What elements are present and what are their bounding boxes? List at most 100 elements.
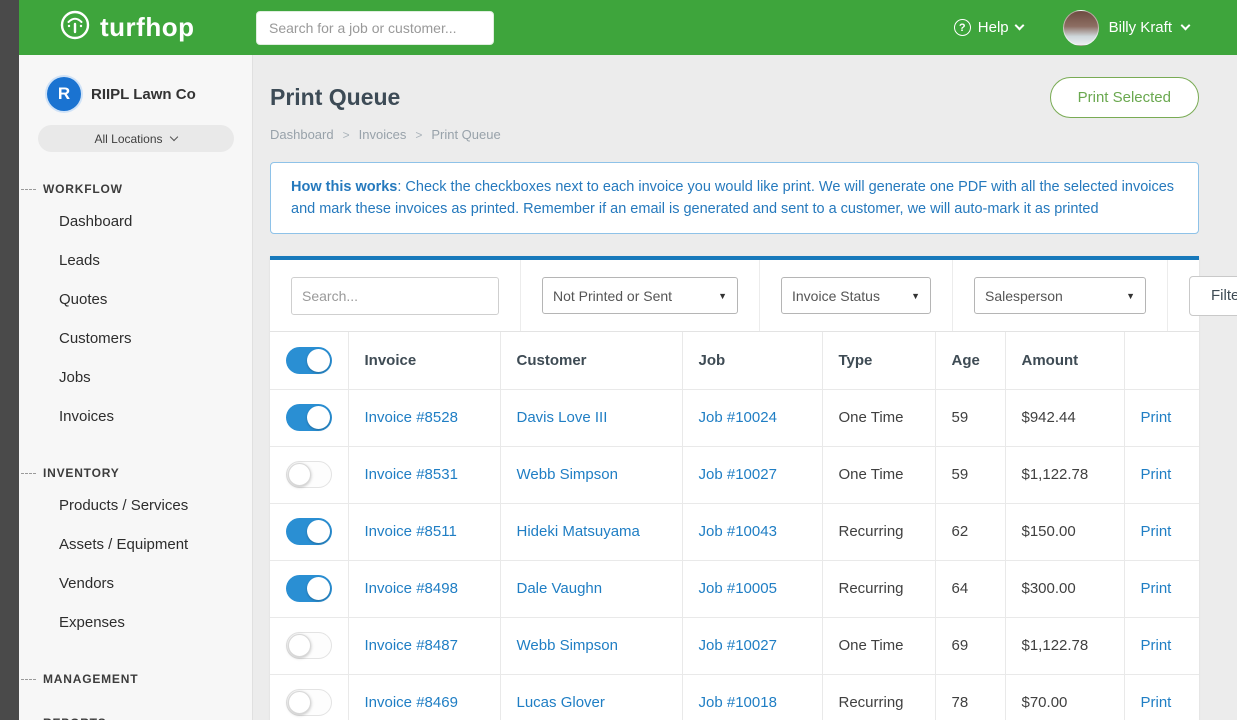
print-link[interactable]: Print: [1141, 466, 1172, 483]
print-link[interactable]: Print: [1141, 694, 1172, 711]
select-caret-icon: ▼: [718, 291, 727, 301]
select-caret-icon: ▼: [911, 291, 920, 301]
print-link[interactable]: Print: [1141, 580, 1172, 597]
invoice-link[interactable]: Invoice #8531: [365, 466, 458, 483]
user-menu[interactable]: Billy Kraft: [1063, 10, 1189, 46]
customer-link[interactable]: Hideki Matsuyama: [517, 523, 640, 540]
invoice-age: 62: [935, 503, 1005, 560]
toggle-knob: [288, 634, 311, 657]
row-select-toggle[interactable]: [286, 632, 332, 659]
invoice-table: Invoice Customer Job Type Age Amount Inv…: [270, 332, 1199, 720]
row-select-toggle[interactable]: [286, 575, 332, 602]
invoice-amount: $300.00: [1005, 560, 1124, 617]
filter-button[interactable]: Filter: [1189, 276, 1237, 316]
print-link[interactable]: Print: [1141, 523, 1172, 540]
toggle-knob: [288, 691, 311, 714]
invoice-row: Invoice #8469 Lucas Glover Job #10018 Re…: [270, 674, 1199, 720]
invoice-age: 69: [935, 617, 1005, 674]
job-link[interactable]: Job #10018: [699, 694, 777, 711]
customer-link[interactable]: Lucas Glover: [517, 694, 605, 711]
invoice-link[interactable]: Invoice #8528: [365, 409, 458, 426]
global-search-input[interactable]: [256, 11, 494, 45]
column-header-amount: Amount: [1005, 332, 1124, 389]
toggle-knob: [307, 520, 330, 543]
user-name: Billy Kraft: [1109, 19, 1172, 36]
location-selector[interactable]: All Locations: [38, 125, 234, 152]
chevron-down-icon: [169, 133, 177, 141]
select-all-toggle[interactable]: [286, 347, 332, 374]
customer-link[interactable]: Webb Simpson: [517, 466, 618, 483]
job-link[interactable]: Job #10024: [699, 409, 777, 426]
sidebar-item-expenses[interactable]: Expenses: [19, 603, 252, 642]
filter-select-invoice-status[interactable]: Invoice Status▼: [781, 277, 931, 314]
invoice-link[interactable]: Invoice #8487: [365, 637, 458, 654]
print-selected-button[interactable]: Print Selected: [1050, 77, 1199, 118]
job-link[interactable]: Job #10027: [699, 637, 777, 654]
invoice-amount: $1,122.78: [1005, 617, 1124, 674]
row-select-toggle[interactable]: [286, 518, 332, 545]
print-link[interactable]: Print: [1141, 409, 1172, 426]
filter-select-value: Salesperson: [985, 288, 1063, 304]
filter-select-not-printed-or-sent[interactable]: Not Printed or Sent ▼: [542, 277, 738, 314]
section-dash-icon: [21, 189, 36, 190]
sidebar-section-workflow: WORKFLOW: [19, 182, 252, 196]
column-header-job: Job: [682, 332, 822, 389]
info-text: : Check the checkboxes next to each invo…: [291, 179, 1174, 217]
invoice-row: Invoice #8511 Hideki Matsuyama Job #1004…: [270, 503, 1199, 560]
sidebar-item-customers[interactable]: Customers: [19, 319, 252, 358]
invoice-type: Recurring: [822, 674, 935, 720]
sidebar-item-jobs[interactable]: Jobs: [19, 358, 252, 397]
job-link[interactable]: Job #10005: [699, 580, 777, 597]
row-select-toggle[interactable]: [286, 461, 332, 488]
column-header-customer: Customer: [500, 332, 682, 389]
table-search-input[interactable]: [291, 277, 499, 315]
filter-select-salesperson[interactable]: Salesperson▼: [974, 277, 1146, 314]
page-title: Print Queue: [270, 84, 400, 111]
column-header-invoice: Invoice: [348, 332, 500, 389]
invoice-link[interactable]: Invoice #8469: [365, 694, 458, 711]
customer-link[interactable]: Dale Vaughn: [517, 580, 603, 597]
sidebar-item-leads[interactable]: Leads: [19, 241, 252, 280]
turfhop-logo[interactable]: turfhop: [19, 9, 256, 46]
customer-link[interactable]: Davis Love III: [517, 409, 608, 426]
user-avatar: [1063, 10, 1099, 46]
job-link[interactable]: Job #10027: [699, 466, 777, 483]
sidebar-item-assets-equipment[interactable]: Assets / Equipment: [19, 525, 252, 564]
filter-row: Not Printed or Sent▼Invoice Status▼Sales…: [270, 260, 1199, 332]
sidebar-item-products-services[interactable]: Products / Services: [19, 486, 252, 525]
sidebar-section-management: MANAGEMENT: [19, 672, 252, 686]
invoice-type: One Time: [822, 617, 935, 674]
row-select-toggle[interactable]: [286, 689, 332, 716]
company-name: RIIPL Lawn Co: [91, 86, 196, 103]
invoice-amount: $70.00: [1005, 674, 1124, 720]
breadcrumb-dashboard[interactable]: Dashboard: [270, 127, 334, 142]
filter-cell-invoice-status: Invoice Status▼: [760, 260, 953, 331]
toggle-knob: [307, 577, 330, 600]
print-link[interactable]: Print: [1141, 637, 1172, 654]
breadcrumb-invoices[interactable]: Invoices: [359, 127, 407, 142]
invoice-type: Recurring: [822, 503, 935, 560]
invoice-row: Invoice #8498 Dale Vaughn Job #10005 Rec…: [270, 560, 1199, 617]
top-navigation-bar: turfhop ? Help Billy Kraft: [19, 0, 1237, 55]
customer-link[interactable]: Webb Simpson: [517, 637, 618, 654]
invoice-row: Invoice #8487 Webb Simpson Job #10027 On…: [270, 617, 1199, 674]
help-menu[interactable]: ? Help: [954, 19, 1023, 36]
help-icon: ?: [954, 19, 971, 36]
toggle-knob: [288, 463, 311, 486]
invoice-link[interactable]: Invoice #8498: [365, 580, 458, 597]
column-header-actions: [1124, 332, 1199, 389]
row-select-toggle[interactable]: [286, 404, 332, 431]
sidebar-item-quotes[interactable]: Quotes: [19, 280, 252, 319]
sidebar-section-inventory: INVENTORY: [19, 466, 252, 480]
print-queue-card: Not Printed or Sent▼Invoice Status▼Sales…: [270, 256, 1199, 720]
sidebar-item-invoices[interactable]: Invoices: [19, 397, 252, 436]
invoice-row: Invoice #8531 Webb Simpson Job #10027 On…: [270, 446, 1199, 503]
sidebar-item-dashboard[interactable]: Dashboard: [19, 202, 252, 241]
toggle-knob: [307, 349, 330, 372]
filter-select-value: Not Printed or Sent: [553, 288, 672, 304]
invoice-amount: $1,122.78: [1005, 446, 1124, 503]
sidebar-item-vendors[interactable]: Vendors: [19, 564, 252, 603]
job-link[interactable]: Job #10043: [699, 523, 777, 540]
chevron-down-icon: [1181, 21, 1191, 31]
invoice-link[interactable]: Invoice #8511: [365, 523, 457, 540]
